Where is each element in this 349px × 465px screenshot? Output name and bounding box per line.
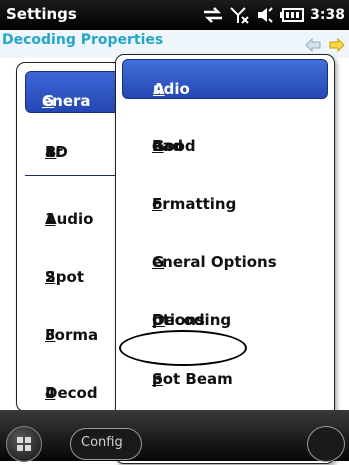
submenu-item-audio[interactable]: Audio — [122, 59, 328, 99]
windows-logo-icon — [7, 437, 41, 465]
taskbar: Config — [0, 410, 349, 462]
volume-icon[interactable] — [256, 6, 274, 24]
signal-off-icon[interactable] — [230, 6, 250, 24]
battery-icon[interactable] — [280, 8, 305, 22]
soft-key-left[interactable]: Config — [70, 428, 142, 460]
spot-beam-highlight-circle — [119, 330, 247, 366]
arrow-right-icon[interactable] — [329, 37, 345, 56]
soft-key-label: Config — [81, 435, 123, 450]
clock[interactable]: 3:38 — [310, 7, 345, 23]
connectivity-icon[interactable] — [202, 6, 224, 24]
submenu-item-decoding-options[interactable]: Decoding Options — [122, 291, 326, 329]
app-title: Settings — [6, 5, 77, 23]
ok-button[interactable] — [307, 426, 345, 462]
submenu: Audio Good Read Formatting General Optio… — [115, 54, 335, 464]
submenu-item-good-read[interactable]: Good Read — [122, 117, 326, 155]
submenu-item-formatting[interactable]: Formatting — [122, 175, 326, 213]
status-icons: 3:38 — [202, 4, 345, 26]
title-bar: Settings 3:38 — [0, 0, 349, 30]
submenu-item-general-options[interactable]: General Options — [122, 233, 326, 271]
start-button[interactable] — [6, 426, 42, 462]
breadcrumb: Decoding Properties — [2, 32, 164, 48]
